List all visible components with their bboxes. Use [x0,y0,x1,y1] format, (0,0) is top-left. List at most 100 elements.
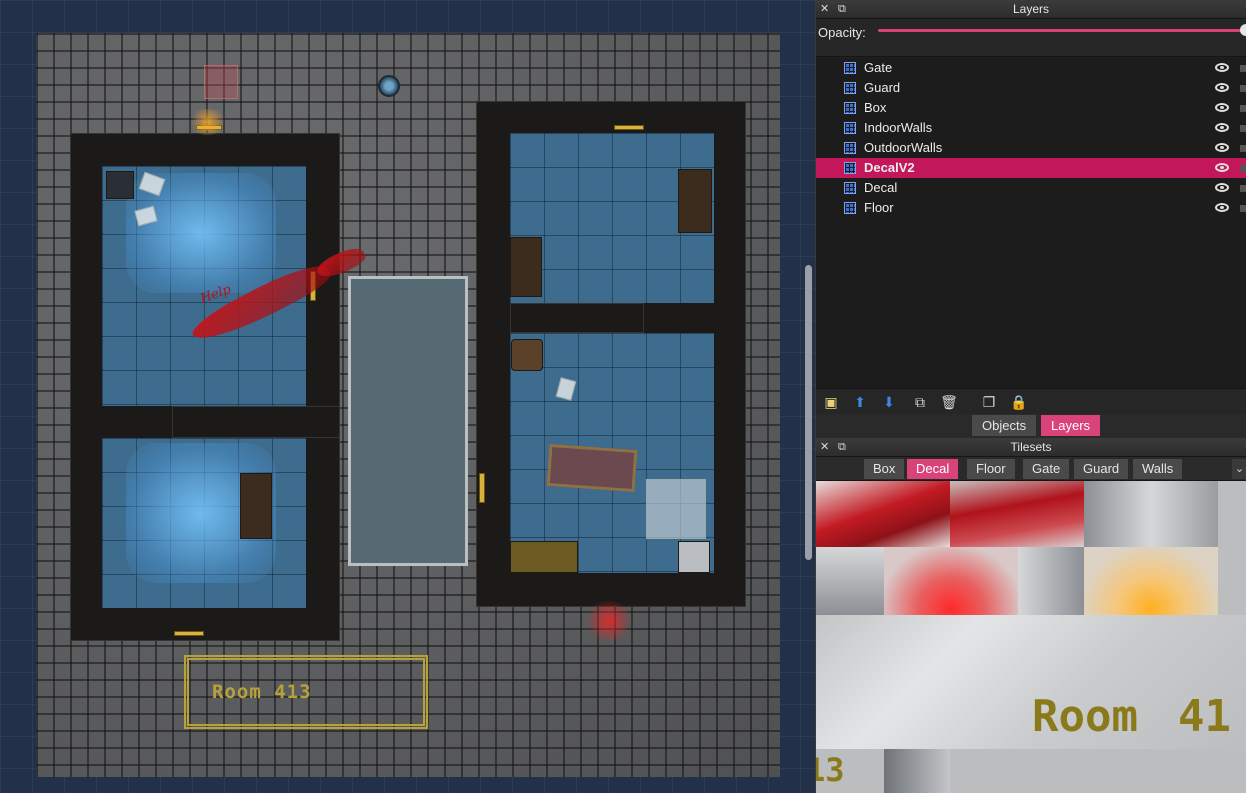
tile-layer-icon [844,62,856,74]
courtyard-floor [348,276,468,566]
layers-panel-title: Layers [1012,2,1050,16]
tile-shadow-1[interactable] [1084,481,1218,547]
tileset-tab-guard[interactable]: Guard [1074,459,1130,479]
layer-name: Floor [864,200,894,215]
layer-row-guard[interactable]: Guard [816,78,1246,98]
layer-name: IndoorWalls [864,120,933,135]
chevron-down-icon[interactable]: ⌄ [1232,459,1246,479]
gate-left-bottom [174,631,204,636]
rug [546,443,638,493]
round-table [511,339,543,371]
layer-name: Gate [864,60,893,75]
layer-name: OutdoorWalls [864,140,943,155]
lock-toggle[interactable] [1240,105,1246,112]
layer-row-floor[interactable]: Floor [816,198,1246,218]
computer-monitor [678,541,710,573]
move-down-icon[interactable]: ⬇ [880,393,898,411]
tileset-view[interactable]: Room 41 13 [816,481,1246,793]
lock-icon[interactable]: 🔒 [1010,393,1028,411]
layer-row-gate[interactable]: Gate [816,58,1246,78]
layer-name: Box [864,100,887,115]
visibility-eye-icon[interactable] [1215,83,1229,92]
lock-toggle[interactable] [1240,185,1246,192]
map-canvas[interactable]: Help Room 413 [0,0,815,793]
layer-row-box[interactable]: Box [816,98,1246,118]
toggle-other-layers-icon[interactable]: ❐ [980,393,998,411]
tile-layer-icon [844,162,856,174]
tile-layer-icon [844,202,856,214]
layer-row-outdoorwalls[interactable]: OutdoorWalls [816,138,1246,158]
opacity-slider[interactable] [878,29,1246,32]
tileset-tab-gate[interactable]: Gate [1023,459,1071,479]
orange-lamp-glow [188,109,228,135]
lock-toggle[interactable] [1240,165,1246,172]
tile-layer-icon [844,82,856,94]
layer-row-decal[interactable]: Decal [816,178,1246,198]
guard-marker [204,65,238,99]
visibility-eye-icon[interactable] [1215,103,1229,112]
tileset-tab-decal[interactable]: Decal [907,459,960,479]
layer-toolbar: ▣ ⬆ ⬇ ⧉ 🗑 ❐ 🔒 [816,388,1246,414]
new-layer-icon[interactable]: ▣ [822,393,840,411]
layer-name: Decal [864,180,898,195]
visibility-eye-icon[interactable] [1215,143,1229,152]
visibility-eye-icon[interactable] [1215,203,1229,212]
tile-fragment-text: 13 [816,751,845,789]
tile-number-text: 41 [1178,691,1231,742]
weapon-rack [678,169,712,233]
tile-map[interactable]: Help Room 413 [36,33,780,777]
gate-right-side [479,473,485,503]
tile-shadow-3[interactable] [1018,547,1084,615]
delete-icon[interactable]: 🗑 [940,393,958,411]
desk-right-upper [510,237,542,297]
layers-panel-tabs: Objects Layers [816,414,1246,438]
tile-layer-icon [844,182,856,194]
tileset-tab-box[interactable]: Box [864,459,906,479]
guard-character [378,75,400,97]
tile-room-text: Room [1032,691,1138,742]
layer-row-indoorwalls[interactable]: IndoorWalls [816,118,1246,138]
float-icon[interactable]: ⧉ [838,0,846,19]
crates [510,541,578,573]
layer-row-decalv2[interactable]: DecalV2 [816,158,1246,178]
lock-toggle[interactable] [1240,65,1246,72]
opacity-label: Opacity: [818,25,866,40]
tile-blood-1[interactable] [816,481,950,547]
gate-right-top [614,125,644,130]
layer-name: DecalV2 [864,160,915,175]
tilesets-panel-title-bar: ✕ ⧉ Tilesets [816,438,1246,457]
tile-shadow-4[interactable] [884,749,950,793]
tileset-tab-walls[interactable]: Walls [1133,459,1184,479]
lock-toggle[interactable] [1240,205,1246,212]
lock-toggle[interactable] [1240,145,1246,152]
close-icon[interactable]: ✕ [820,438,829,457]
layers-panel: ✕ ⧉ Layers Opacity: Gate Guard Box Indoo… [815,0,1246,438]
visibility-eye-icon[interactable] [1215,183,1229,192]
left-inner-wall [172,406,340,438]
red-lamp-glow [584,601,634,641]
visibility-eye-icon[interactable] [1215,63,1229,72]
lock-toggle[interactable] [1240,125,1246,132]
duplicate-icon[interactable]: ⧉ [911,393,929,411]
server-terminal [106,171,134,199]
tab-layers[interactable]: Layers [1041,415,1101,436]
opacity-slider-handle[interactable] [1240,24,1246,36]
tile-red-lamp[interactable] [884,547,1018,615]
float-icon[interactable]: ⧉ [838,438,846,457]
tileset-tabs: Box Decal Floor Gate Guard Walls ⌄ [816,457,1246,481]
tile-orange-lamp[interactable] [1084,547,1218,615]
tab-objects[interactable]: Objects [972,415,1037,436]
tileset-tab-floor[interactable]: Floor [967,459,1016,479]
move-up-icon[interactable]: ⬆ [851,393,869,411]
visibility-eye-icon[interactable] [1215,123,1229,132]
visibility-eye-icon[interactable] [1215,163,1229,172]
tile-blood-2[interactable] [950,481,1084,547]
layer-list: Gate Guard Box IndoorWalls OutdoorWalls … [816,58,1246,388]
opacity-row: Opacity: [816,19,1246,57]
tile-shadow-2[interactable] [816,547,884,615]
lock-toggle[interactable] [1240,85,1246,92]
close-icon[interactable]: ✕ [820,0,829,19]
vertical-scrollbar[interactable] [805,265,812,560]
tile-layer-icon [844,142,856,154]
layer-name: Guard [864,80,901,95]
